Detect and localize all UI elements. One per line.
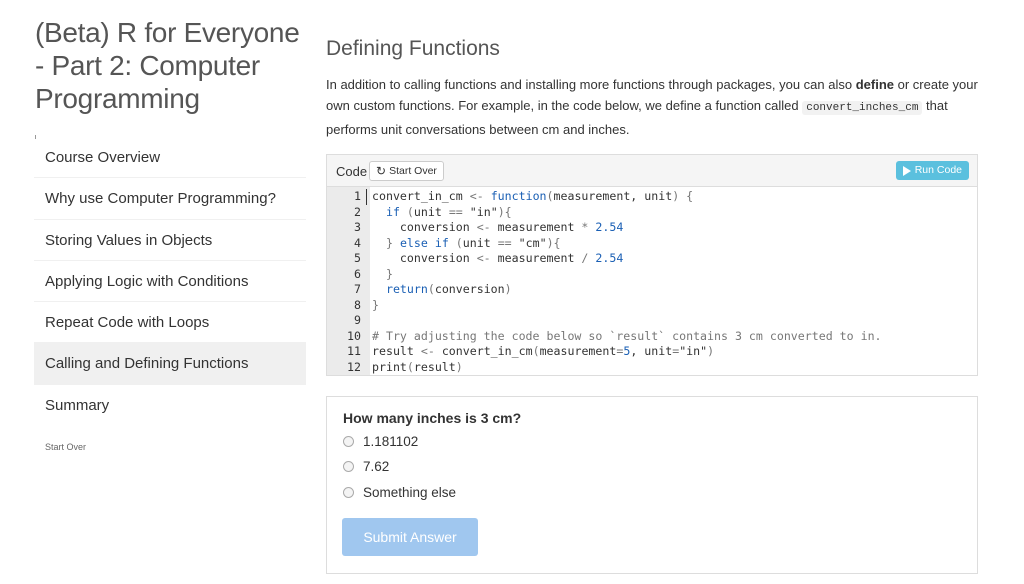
line-number: 2	[354, 204, 361, 219]
quiz-option-1[interactable]: 1.181102	[343, 431, 418, 451]
inline-code-function-name: convert_inches_cm	[802, 101, 923, 115]
line-number: 4	[354, 235, 361, 250]
sidebar-nav: Course Overview Why use Computer Program…	[34, 137, 306, 426]
code-line-text[interactable]: if (unit == "in"){	[366, 205, 512, 221]
line-number: 8	[354, 297, 361, 312]
code-line[interactable]: 12 print(result)	[327, 360, 977, 376]
code-line-text[interactable]: print(result)	[366, 360, 463, 376]
code-line[interactable]: 10 # Try adjusting the code below so `res…	[327, 329, 977, 345]
code-line-text[interactable]: conversion <- measurement * 2.54	[366, 220, 623, 236]
code-line-text[interactable]: result <- convert_in_cm(measurement=5, u…	[366, 344, 714, 360]
sidebar-item-functions[interactable]: Calling and Defining Functions	[34, 343, 306, 385]
line-number: 7	[354, 282, 361, 296]
sidebar-item-logic-conditions[interactable]: Applying Logic with Conditions	[34, 261, 306, 303]
code-exercise-panel: Code ↻ Start Over Run Code 1 convert_in_c…	[326, 154, 978, 376]
line-number: 1	[354, 189, 361, 203]
code-label: Code	[336, 164, 368, 179]
radio-button[interactable]	[343, 435, 354, 447]
code-line[interactable]: 3 conversion <- measurement * 2.54	[327, 220, 977, 236]
sidebar-item-storing-values[interactable]: Storing Values in Objects	[34, 220, 306, 261]
code-line[interactable]: 9	[327, 313, 977, 329]
line-number: 6	[354, 266, 361, 281]
code-line-text[interactable]: } else if (unit == "cm"){	[366, 236, 561, 252]
start-over-button-label: Start Over	[389, 165, 437, 177]
run-code-button-label: Run Code	[914, 164, 962, 176]
start-over-link[interactable]: Start Over	[45, 442, 86, 452]
code-line[interactable]: 5 conversion <- measurement / 2.54	[327, 251, 977, 267]
section-title: Defining Functions	[326, 37, 500, 60]
line-number: 11	[347, 344, 361, 358]
code-line-text[interactable]: }	[366, 267, 393, 283]
code-lines[interactable]: 1 convert_in_cm <- function(measurement, …	[327, 189, 977, 375]
line-number: 10	[347, 328, 361, 343]
quiz-option-label: Something else	[363, 484, 457, 500]
quiz-option-label: 1.181102	[363, 433, 419, 449]
sidebar-item-course-overview[interactable]: Course Overview	[34, 137, 306, 179]
refresh-icon: ↻	[376, 164, 387, 178]
intro-bold-define: define	[855, 77, 895, 92]
intro-paragraph: In addition to calling functions and ins…	[326, 74, 978, 140]
play-icon	[902, 165, 911, 176]
quiz-option-3[interactable]: Something else	[343, 482, 456, 502]
start-over-button[interactable]: ↻ Start Over	[369, 161, 444, 181]
code-line[interactable]: 8}	[327, 298, 977, 314]
intro-text-1: In addition to calling functions and ins…	[326, 77, 856, 92]
quiz-panel: How many inches is 3 cm? 1.181102 7.62 S…	[326, 396, 978, 574]
quiz-option-2[interactable]: 7.62	[343, 456, 389, 476]
line-number: 3	[354, 220, 361, 234]
sidebar-item-loops[interactable]: Repeat Code with Loops	[34, 302, 306, 344]
line-number: 9	[354, 313, 361, 327]
code-line-text[interactable]: conversion <- measurement / 2.54	[366, 251, 623, 267]
course-title: (Beta) R for Everyone - Part 2: Computer…	[35, 17, 300, 114]
submit-answer-button[interactable]: Submit Answer	[342, 518, 478, 556]
sidebar: (Beta) R for Everyone - Part 2: Computer…	[0, 0, 306, 584]
quiz-option-label: 7.62	[363, 458, 390, 474]
sidebar-item-why-programming[interactable]: Why use Computer Programming?	[34, 178, 306, 220]
radio-button[interactable]	[343, 486, 354, 498]
code-line[interactable]: 7 return(conversion)	[327, 282, 977, 298]
code-line[interactable]: 11 result <- convert_in_cm(measurement=5,…	[327, 344, 977, 360]
code-panel-header: Code ↻ Start Over Run Code	[327, 155, 977, 187]
quiz-question: How many inches is 3 cm?	[343, 410, 522, 426]
code-line-text[interactable]: }	[366, 298, 379, 314]
code-line-text[interactable]: # Try adjusting the code below so `resul…	[366, 329, 882, 345]
code-line[interactable]: 6 }	[327, 267, 977, 283]
line-number: 12	[347, 359, 361, 374]
sidebar-item-summary[interactable]: Summary	[34, 385, 306, 426]
code-line[interactable]: 1 convert_in_cm <- function(measurement, …	[327, 189, 977, 205]
code-line-text[interactable]: convert_in_cm <- function(measurement, u…	[366, 189, 693, 205]
line-number: 5	[354, 251, 361, 265]
code-line[interactable]: 4 } else if (unit == "cm"){	[327, 236, 977, 252]
run-code-button[interactable]: Run Code	[895, 161, 969, 180]
radio-button[interactable]	[343, 460, 354, 472]
code-line-text[interactable]: return(conversion)	[366, 282, 512, 298]
code-editor[interactable]: 1 convert_in_cm <- function(measurement, …	[327, 187, 977, 375]
code-line[interactable]: 2 if (unit == "in"){	[327, 205, 977, 221]
